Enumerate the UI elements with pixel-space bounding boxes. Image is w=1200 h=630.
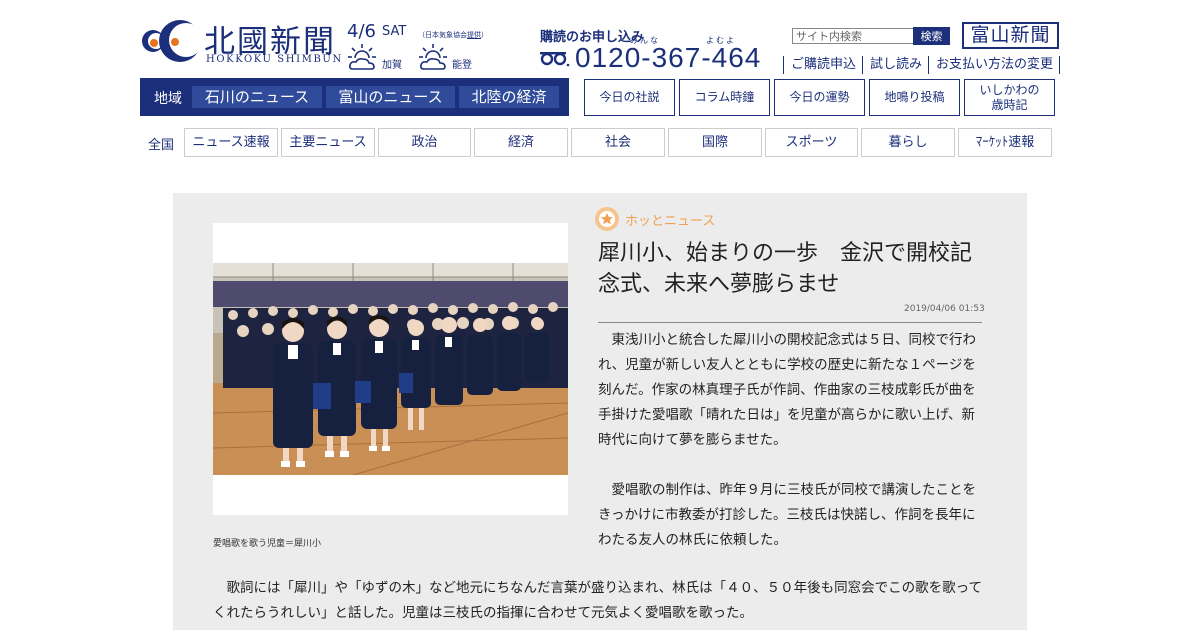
article-paragraph: 東浅川小と統合した犀川小の開校記念式は５日、同校で行われ、児童が新しい友人ととも… xyxy=(598,332,976,448)
category-economy[interactable]: 経済 xyxy=(474,128,568,157)
seasonal-calendar-button[interactable]: いしかわの 歳時記 xyxy=(964,79,1055,116)
subscribe-link[interactable]: ご購読申込 xyxy=(783,56,862,74)
article-body-full: 歌詞には「犀川」や「ゆずの木」など地元にちなんだ言葉が盛り込まれ、林氏は「４０、… xyxy=(213,576,993,626)
search-button[interactable]: 検索 xyxy=(913,27,950,45)
day-of-week: SAT xyxy=(382,24,407,39)
phone-number[interactable]: 0120-367-464 xyxy=(575,42,761,74)
toyama-shimbun-link[interactable]: 富山新聞 xyxy=(962,22,1059,49)
nav-item-toyama[interactable]: 富山のニュース xyxy=(326,86,455,108)
category-lifestyle[interactable]: 暮らし xyxy=(861,128,955,157)
category-politics[interactable]: 政治 xyxy=(378,128,471,157)
free-dial-icon xyxy=(540,52,570,67)
weather-credit-link[interactable]: 提供 xyxy=(467,31,481,39)
logo-roman: HOKKOKU SHIMBUN xyxy=(206,54,343,65)
editorial-button[interactable]: 今日の社説 xyxy=(584,79,675,116)
column-jisho-button[interactable]: コラム時鐘 xyxy=(679,79,770,116)
payment-change-link[interactable]: お支払い方法の変更 xyxy=(928,56,1059,74)
site-logo[interactable]: 北國新聞 HOKKOKU SHIMBUN xyxy=(140,16,343,66)
logo-mark-icon xyxy=(142,20,200,62)
reader-posts-button[interactable]: 地鳴り投稿 xyxy=(869,79,960,116)
today-date: 4/6 xyxy=(347,21,376,42)
trial-read-link[interactable]: 試し読み xyxy=(862,56,928,74)
region-nav-label: 地域 xyxy=(154,91,182,107)
category-market-news[interactable]: ﾏｰｹｯﾄ速報 xyxy=(958,128,1052,157)
article-photo-frame xyxy=(213,223,568,515)
cloudy-sun-icon[interactable] xyxy=(347,43,377,71)
category-nav-label: 全国 xyxy=(148,138,175,153)
article-paragraph: 歌詞には「犀川」や「ゆずの木」など地元にちなんだ言葉が盛り込まれ、林氏は「４０、… xyxy=(213,580,982,621)
article-headline: 犀川小、始まりの一歩 金沢で開校記念式、未来へ夢膨らませ xyxy=(598,241,973,297)
search-input[interactable] xyxy=(792,28,914,44)
subscription-links: ご購読申込 試し読み お支払い方法の変更 xyxy=(783,56,1061,74)
article: 愛唱歌を歌う児童＝犀川小 ホッとニュース 犀川小、始まりの一歩 金沢で開校記念式… xyxy=(173,193,1027,630)
weather-credit: （日本気象協会提供） xyxy=(418,31,488,39)
article-photo[interactable] xyxy=(213,263,568,475)
article-category-tag[interactable]: ホッとニュース xyxy=(625,210,715,229)
nav-item-ishikawa[interactable]: 石川のニュース xyxy=(192,86,322,108)
category-international[interactable]: 国際 xyxy=(668,128,762,157)
article-timestamp: 2019/04/06 01:53 xyxy=(904,304,985,314)
article-paragraph: 愛唱歌の制作は、昨年９月に三枝氏が同校で講演したことをきっかけに市教委が打診した… xyxy=(598,482,976,548)
weather-area-kaga: 加賀 xyxy=(382,60,402,71)
divider xyxy=(1059,56,1061,74)
photo-caption: 愛唱歌を歌う児童＝犀川小 xyxy=(213,539,322,549)
nav-item-hokuriku-economy[interactable]: 北陸の経済 xyxy=(459,86,559,108)
category-sports[interactable]: スポーツ xyxy=(765,128,858,157)
category-society[interactable]: 社会 xyxy=(571,128,665,157)
region-nav: 地域 石川のニュース 富山のニュース 北陸の経済 xyxy=(140,78,569,116)
star-badge-icon xyxy=(595,207,619,231)
category-top-news[interactable]: 主要ニュース xyxy=(281,128,375,157)
fortune-button[interactable]: 今日の運勢 xyxy=(774,79,865,116)
divider xyxy=(598,322,982,323)
article-body-side: 東浅川小と統合した犀川小の開校記念式は５日、同校で行われ、児童が新しい友人ととも… xyxy=(598,328,984,578)
category-breaking-news[interactable]: ニュース速報 xyxy=(184,128,278,157)
weather-area-noto: 能登 xyxy=(452,60,472,71)
cloudy-sun-icon[interactable] xyxy=(418,43,448,71)
